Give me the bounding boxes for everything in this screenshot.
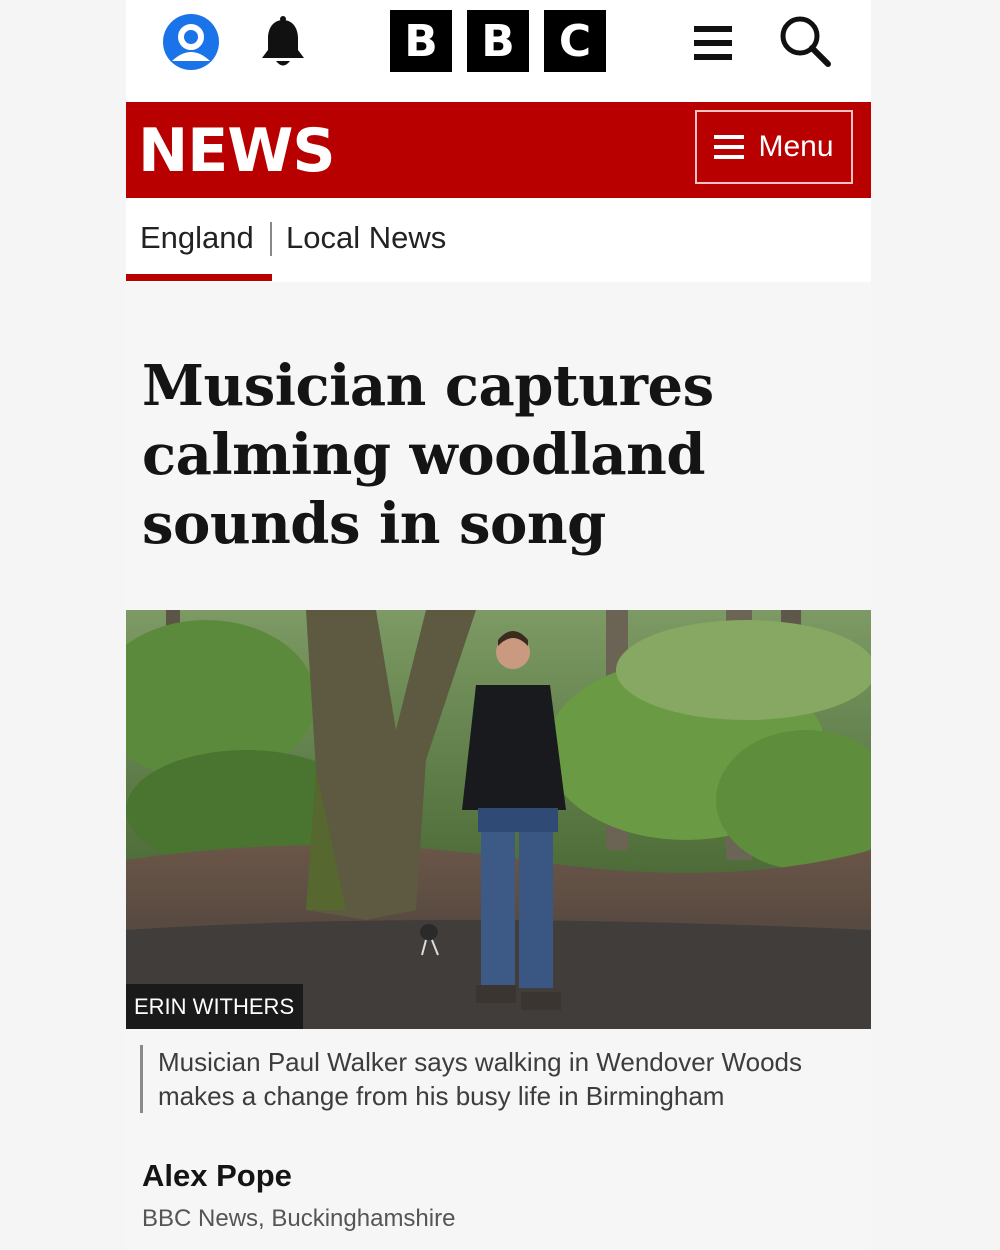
menu-hamburger-icon xyxy=(714,135,745,159)
nav-item-england[interactable]: England xyxy=(140,220,254,256)
article-headline: Musician captures calming woodland sound… xyxy=(142,353,714,557)
bbc-logo-letter-b1: B xyxy=(390,10,452,72)
woodland-photo xyxy=(126,610,871,1029)
bbc-logo-letter-c: C xyxy=(544,10,606,72)
image-caption: Musician Paul Walker says walking in Wen… xyxy=(140,1045,868,1113)
bbc-logo[interactable]: B B C xyxy=(390,10,606,72)
author-name[interactable]: Alex Pope xyxy=(142,1158,292,1194)
bbc-logo-letter-b2: B xyxy=(467,10,529,72)
image-credit: ERIN WITHERS xyxy=(126,984,304,1029)
bbc-top-bar: B B C xyxy=(126,0,871,102)
menu-button[interactable]: Menu xyxy=(695,110,853,184)
nav-active-indicator xyxy=(126,274,272,281)
nav-item-local-news[interactable]: Local News xyxy=(286,220,446,256)
author-organisation: BBC News, Buckinghamshire xyxy=(142,1205,456,1232)
news-bar: NEWS Menu xyxy=(126,102,871,198)
news-title[interactable]: NEWS xyxy=(138,116,336,186)
search-icon[interactable] xyxy=(778,14,834,70)
notification-bell-icon[interactable] xyxy=(258,16,308,70)
section-nav: England Local News xyxy=(126,198,871,282)
page: B B C NEWS Menu England Local News Music… xyxy=(126,0,871,1250)
menu-label: Menu xyxy=(758,130,834,163)
account-icon[interactable] xyxy=(162,13,220,71)
hamburger-menu-icon[interactable] xyxy=(692,24,736,64)
article-image[interactable]: ERIN WITHERS xyxy=(126,610,871,1029)
nav-divider xyxy=(270,222,272,256)
